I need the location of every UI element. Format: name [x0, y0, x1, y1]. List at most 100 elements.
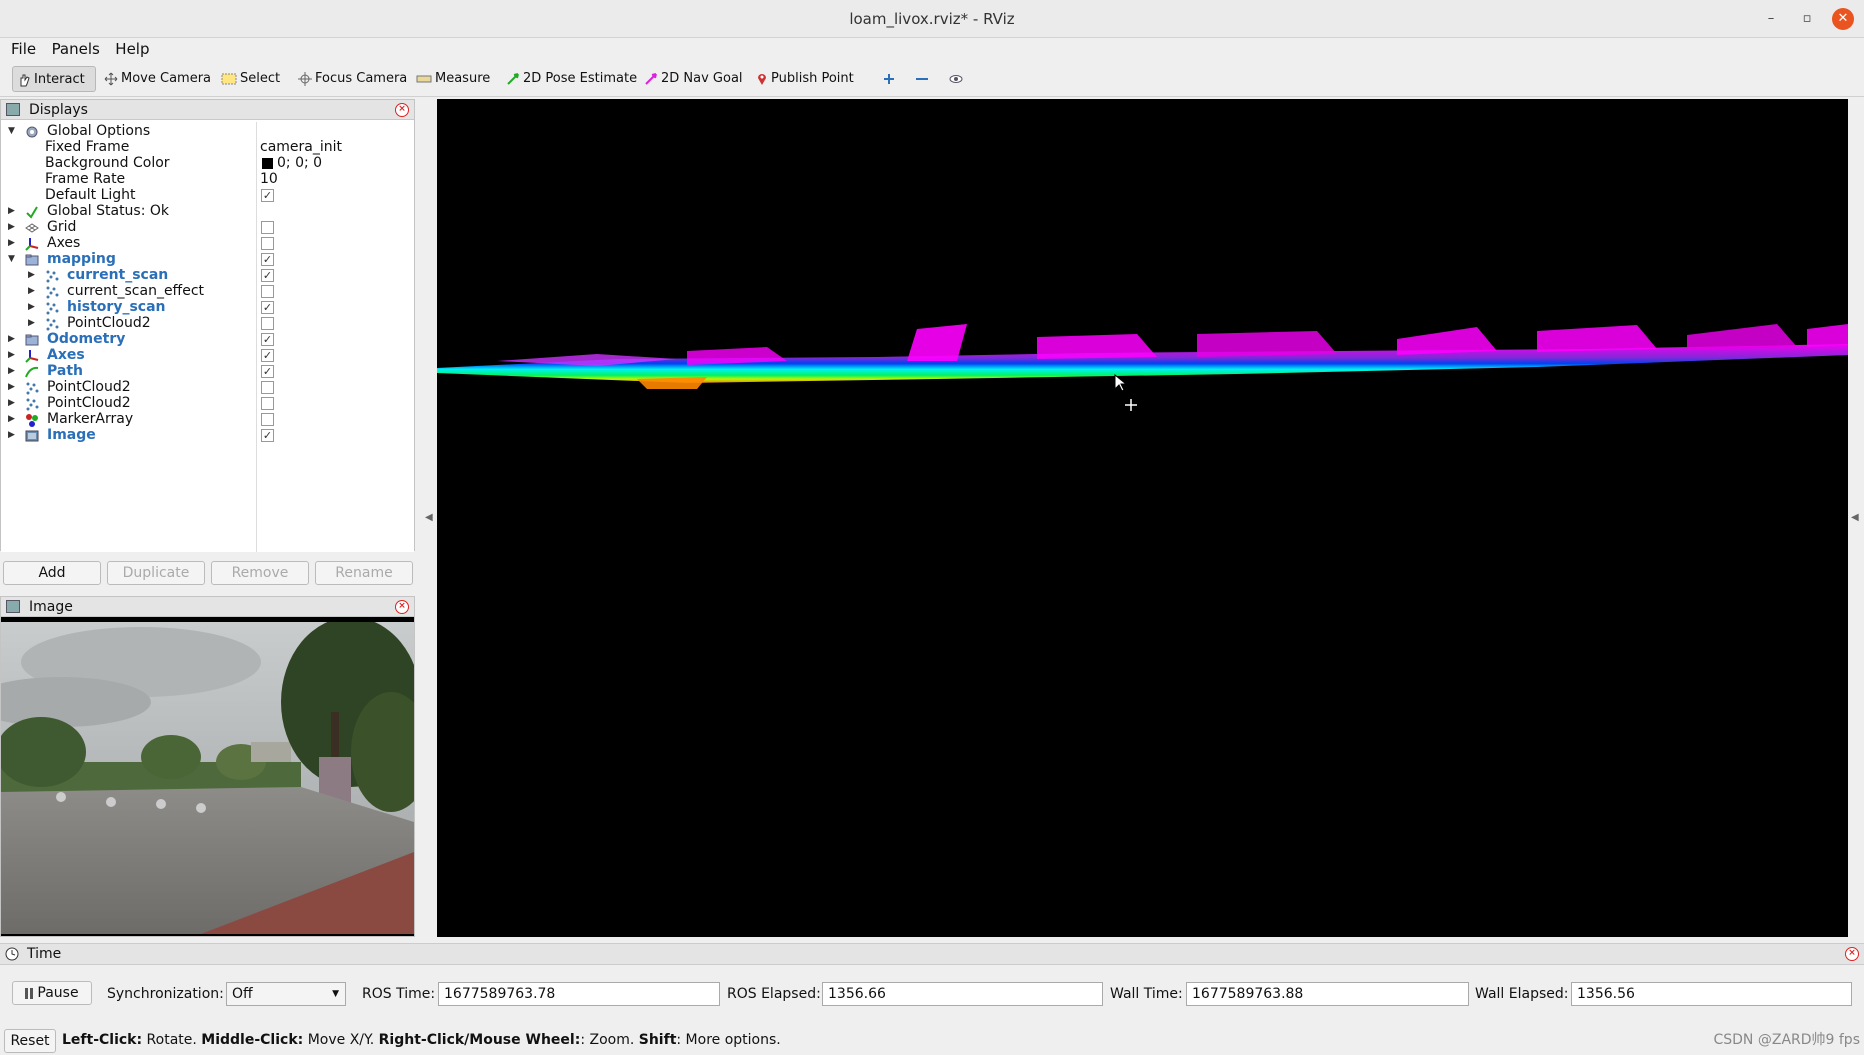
grid-checkbox[interactable] — [261, 221, 274, 234]
menu-file[interactable]: File — [0, 38, 36, 58]
measure-tool-button[interactable]: Measure — [412, 66, 496, 92]
menu-bar: File Panels Help — [0, 38, 1864, 60]
wall-elapsed-field[interactable]: 1356.56 — [1571, 982, 1852, 1006]
path-checkbox[interactable]: ✓ — [261, 365, 274, 378]
current-scan-checkbox[interactable]: ✓ — [261, 269, 274, 282]
focus-camera-tool-button[interactable]: Focus Camera — [294, 66, 413, 92]
displays-panel-header: Displays × — [1, 100, 414, 120]
nav-goal-tool-button[interactable]: 2D Nav Goal — [640, 66, 749, 92]
hand-icon — [20, 74, 30, 86]
grid-icon — [25, 223, 39, 233]
mapping-checkbox[interactable]: ✓ — [261, 253, 274, 266]
time-panel-title: Time — [27, 946, 62, 962]
plus-icon — [884, 73, 894, 84]
pose-estimate-tool-button[interactable]: 2D Pose Estimate — [502, 66, 643, 92]
window-titlebar: loam_livox.rviz* - RViz – ▫ ✕ — [0, 0, 1864, 38]
time-panel-header: Time × — [0, 943, 1864, 965]
pointcloud-icon — [26, 398, 39, 411]
current-scan-effect-checkbox[interactable] — [261, 285, 274, 298]
status-bar: Reset Left-Click: Rotate. Middle-Click: … — [0, 1027, 1864, 1055]
time-panel: Pause Synchronization: Off ▼ ROS Time: 1… — [0, 972, 1864, 1016]
axes-checkbox[interactable] — [261, 237, 274, 250]
magenta-arrow-icon — [645, 72, 657, 85]
move-cursor-icon — [1125, 399, 1137, 411]
move-arrows-icon — [104, 72, 118, 85]
pause-button[interactable]: Pause — [12, 981, 92, 1005]
image-panel: Image × — [0, 596, 415, 937]
minus-icon — [916, 77, 928, 80]
pointcloud-icon — [46, 318, 59, 331]
menu-help[interactable]: Help — [104, 38, 149, 58]
minimize-button[interactable]: – — [1760, 8, 1782, 30]
pointcloud-icon — [46, 270, 59, 283]
displays-title: Displays — [29, 102, 88, 118]
odometry-checkbox[interactable]: ✓ — [261, 333, 274, 346]
folder-icon — [25, 334, 39, 346]
wall-time-field[interactable]: 1677589763.88 — [1186, 982, 1469, 1006]
pointcloud-icon — [46, 286, 59, 299]
render-viewport[interactable] — [437, 99, 1848, 937]
close-window-button[interactable]: ✕ — [1832, 8, 1854, 30]
menu-panels[interactable]: Panels — [41, 38, 100, 58]
ros-elapsed-label: ROS Elapsed: — [727, 986, 821, 1002]
pointcloud-icon — [26, 382, 39, 395]
rename-display-button[interactable]: Rename — [315, 561, 413, 585]
ros-time-field[interactable]: 1677589763.78 — [438, 982, 720, 1006]
focus-crosshair-icon — [298, 71, 312, 86]
tool-bar: Interact Move Camera Select Focus Camera… — [0, 61, 1864, 97]
clock-icon — [5, 947, 19, 961]
window-title: loam_livox.rviz* - RViz — [849, 10, 1015, 28]
default-light-checkbox[interactable]: ✓ — [261, 189, 274, 202]
restore-button[interactable]: ▫ — [1796, 8, 1818, 30]
view-options-button[interactable] — [944, 66, 973, 92]
green-arrow-icon — [507, 72, 519, 85]
pointcloud2-c-checkbox[interactable] — [261, 397, 274, 410]
help-text: Left-Click: Rotate. Middle-Click: Move X… — [62, 1032, 781, 1048]
image-icon — [25, 430, 39, 442]
image-panel-title: Image — [29, 599, 73, 615]
ros-elapsed-field[interactable]: 1356.66 — [822, 982, 1103, 1006]
publish-point-tool-button[interactable]: Publish Point — [752, 66, 860, 92]
ros-time-label: ROS Time: — [362, 986, 436, 1002]
move-camera-tool-button[interactable]: Move Camera — [100, 66, 217, 92]
monitor-icon — [6, 103, 20, 116]
dropdown-arrow-icon: ▼ — [332, 989, 339, 999]
add-tool-button[interactable] — [878, 66, 905, 92]
folder-icon — [25, 254, 39, 266]
pointcloud2-b-checkbox[interactable] — [261, 381, 274, 394]
eye-icon — [949, 74, 963, 83]
wall-elapsed-label: Wall Elapsed: — [1475, 986, 1569, 1002]
right-collapse-handle[interactable]: ◀ — [1851, 512, 1859, 523]
axes-2-checkbox[interactable]: ✓ — [261, 349, 274, 362]
image-panel-header: Image × — [1, 597, 414, 617]
fps-watermark: CSDN @ZARD帅9 fps — [1713, 1032, 1860, 1048]
reset-button[interactable]: Reset — [4, 1029, 56, 1053]
sync-select[interactable]: Off ▼ — [226, 982, 346, 1006]
path-icon — [25, 366, 39, 378]
wall-time-label: Wall Time: — [1110, 986, 1183, 1002]
ruler-icon — [416, 75, 432, 82]
marker-icon — [26, 414, 38, 427]
add-display-button[interactable]: Add — [3, 561, 101, 585]
history-scan-checkbox[interactable]: ✓ — [261, 301, 274, 314]
interact-tool-button[interactable]: Interact — [12, 66, 96, 92]
remove-tool-button[interactable] — [910, 66, 939, 92]
select-tool-button[interactable]: Select — [217, 66, 286, 92]
check-icon — [26, 206, 38, 219]
displays-panel: Displays × ▼ Global Options Fixed Frame … — [0, 99, 415, 552]
pointcloud2-checkbox[interactable] — [261, 317, 274, 330]
color-swatch[interactable] — [262, 158, 273, 169]
point-cloud-render — [437, 324, 1848, 411]
left-collapse-handle[interactable]: ◀ — [425, 512, 433, 523]
markerarray-checkbox[interactable] — [261, 413, 274, 426]
mouse-cursor-icon — [1114, 373, 1128, 392]
tree-row-image[interactable]: ▶ Image ✓ — [1, 426, 414, 445]
close-image-panel-icon[interactable]: × — [395, 600, 409, 614]
close-displays-icon[interactable]: × — [395, 103, 409, 117]
remove-display-button[interactable]: Remove — [211, 561, 309, 585]
displays-tree: ▼ Global Options Fixed Frame camera_init… — [1, 122, 414, 552]
close-time-panel-icon[interactable]: × — [1845, 947, 1859, 961]
sync-label: Synchronization: — [107, 986, 224, 1002]
duplicate-display-button[interactable]: Duplicate — [107, 561, 205, 585]
image-checkbox[interactable]: ✓ — [261, 429, 274, 442]
